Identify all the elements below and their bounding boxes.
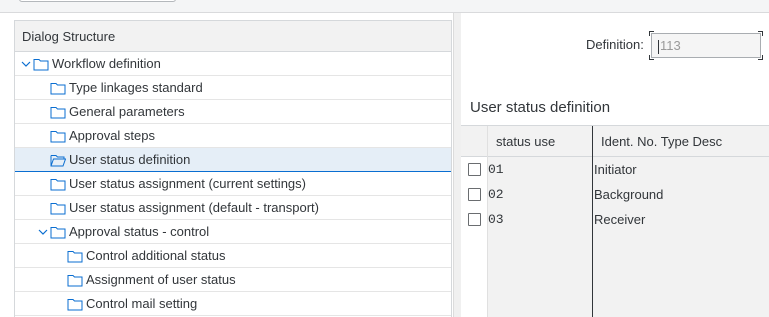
tree-item[interactable]: Approval steps [15,124,451,148]
table-header: status use Ident. No. Type Desc [461,126,769,157]
top-toolbar [0,0,769,13]
user-status-table: status use Ident. No. Type Desc 01 Initia… [461,125,769,317]
cell-ident-desc[interactable]: Initiator [593,157,769,182]
row-checkbox[interactable] [467,163,481,176]
folder-icon [50,177,66,191]
cell-ident-desc[interactable]: Background [593,182,769,207]
tree-item[interactable]: Control additional status [15,244,451,268]
cell-ident-desc[interactable] [593,257,769,282]
folder-icon [50,81,66,95]
row-selector[interactable] [461,182,488,207]
detail-area: Definition: 113 User status definition s… [461,13,769,317]
folder-icon [50,201,66,215]
cell-status-use[interactable]: 02 [488,182,593,207]
folder-icon [67,249,83,263]
cell-ident-desc[interactable] [593,282,769,307]
tree-item[interactable]: User status assignment (current settings… [15,172,451,196]
empty-table-row[interactable] [461,257,769,282]
definition-value: 113 [660,38,681,53]
tree-item[interactable]: Assignment of user status [15,268,451,292]
tree-item-label: User status assignment (default - transp… [69,200,319,215]
definition-field[interactable]: 113 [649,31,763,60]
table-row[interactable]: 03 Receiver [461,207,769,232]
chevron-down-icon[interactable] [19,57,33,71]
toolbar-button[interactable] [19,0,176,2]
empty-table-row[interactable] [461,232,769,257]
folder-icon [67,297,83,311]
tree-item[interactable]: Workflow definition [15,52,451,76]
cell-ident-desc[interactable]: Receiver [593,207,769,232]
folder-icon [50,105,66,119]
cell-status-use[interactable] [488,257,593,282]
folder-icon [67,273,83,287]
folder-icon [50,225,66,239]
dialog-structure-panel: Dialog Structure Workflow definition Type… [14,20,452,317]
row-checkbox[interactable] [467,213,481,226]
cell-ident-desc[interactable] [593,232,769,257]
row-selector[interactable] [461,232,488,257]
tree-item-label: Assignment of user status [86,272,236,287]
select-all-column[interactable] [461,126,488,157]
folder-icon [50,129,66,143]
table-row[interactable]: 01 Initiator [461,157,769,182]
tree-item-label: Approval steps [69,128,155,143]
row-selector[interactable] [461,257,488,282]
row-checkbox[interactable] [467,188,481,201]
tree-item-label: Type linkages standard [69,80,203,95]
tree-item[interactable]: User status assignment (default - transp… [15,196,451,220]
row-selector[interactable] [461,207,488,232]
row-selector[interactable] [461,282,488,307]
tree-item[interactable]: Type linkages standard [15,76,451,100]
tree-item-label: Control mail setting [86,296,198,311]
table-body: 01 Initiator 02 Background 03 Receiver [461,157,769,317]
text-cursor [658,39,659,54]
cell-status-use[interactable] [488,282,593,307]
tree-item-label: Control additional status [86,248,226,263]
tree-item[interactable]: General parameters [15,100,451,124]
empty-table-row[interactable] [461,282,769,307]
tree-item-label: User status assignment (current settings… [69,176,306,191]
tree-item[interactable]: Control mail setting [15,292,451,316]
cell-status-use[interactable]: 01 [488,157,593,182]
tree-item-label: Workflow definition [52,56,161,71]
cell-ident-desc[interactable] [593,307,769,317]
definition-label: Definition: [586,37,644,52]
tree-item[interactable]: Approval status - control [15,220,451,244]
cell-status-use[interactable]: 03 [488,207,593,232]
tree-item-label: User status definition [69,152,191,167]
tree-item[interactable]: User status definition [15,148,451,172]
folder-icon [33,57,49,71]
section-title: User status definition [470,99,611,116]
column-header-status-use[interactable]: status use [488,126,593,157]
chevron-down-icon[interactable] [36,225,50,239]
dialog-structure-header: Dialog Structure [15,21,451,52]
empty-table-row[interactable] [461,307,769,317]
cell-status-use[interactable] [488,232,593,257]
column-header-ident-desc[interactable]: Ident. No. Type Desc [593,126,769,157]
tree-item-label: Approval status - control [69,224,210,239]
dialog-structure-tree: Workflow definition Type linkages standar… [15,52,451,316]
table-row[interactable]: 02 Background [461,182,769,207]
folder-open-icon [50,153,66,167]
panel-splitter[interactable] [453,13,461,317]
tree-item-label: General parameters [69,104,185,119]
row-selector[interactable] [461,157,488,182]
row-selector[interactable] [461,307,488,317]
cell-status-use[interactable] [488,307,593,317]
